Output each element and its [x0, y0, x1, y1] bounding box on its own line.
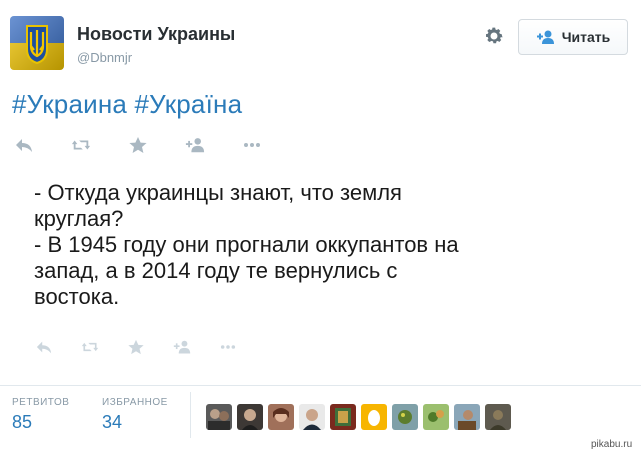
user-avatar[interactable] [330, 404, 356, 430]
reply-icon[interactable] [35, 339, 53, 355]
stats-divider [0, 385, 641, 386]
tweet-actions-bottom [35, 339, 265, 355]
user-avatar[interactable] [237, 404, 263, 430]
tweet-text-line: запад, а в 2014 году те вернулись с [34, 258, 398, 283]
follow-icon[interactable] [185, 136, 205, 154]
user-avatar[interactable] [392, 404, 418, 430]
more-icon[interactable] [219, 339, 237, 355]
gear-icon[interactable] [483, 25, 505, 47]
tweet-hashtags: #Украина #Україна [12, 89, 242, 120]
tweet-text-line: востока. [34, 284, 120, 309]
user-avatar[interactable] [423, 404, 449, 430]
favorites-stat[interactable]: ИЗБРАННОЕ 34 [102, 397, 168, 433]
tweet-actions-top [14, 136, 299, 154]
retweet-icon[interactable] [71, 136, 91, 154]
retweet-icon[interactable] [81, 339, 99, 355]
favorites-count[interactable]: 34 [102, 412, 168, 433]
favorite-icon[interactable] [127, 339, 145, 355]
tweet-text-line: - В 1945 году они прогнали оккупантов на [34, 232, 459, 257]
account-name[interactable]: Новости Украины [77, 24, 235, 45]
account-handle[interactable]: @Dbnmjr [77, 50, 132, 65]
favorites-label: ИЗБРАННОЕ [102, 397, 168, 408]
retweets-label: РЕТВИТОВ [12, 397, 70, 408]
user-avatar[interactable] [485, 404, 511, 430]
follow-icon[interactable] [173, 339, 191, 355]
user-avatar[interactable] [268, 404, 294, 430]
follow-label: Читать [561, 29, 611, 45]
add-user-icon [536, 29, 556, 45]
follow-button[interactable]: Читать [518, 19, 628, 55]
retweets-count[interactable]: 85 [12, 412, 69, 433]
user-avatar[interactable] [206, 404, 232, 430]
favorite-icon[interactable] [128, 136, 148, 154]
tweet-text-line: - Откуда украинцы знают, что земля [34, 180, 402, 205]
egg-avatar[interactable] [361, 404, 387, 430]
user-avatar[interactable] [454, 404, 480, 430]
watermark: pikabu.ru [588, 438, 636, 451]
account-avatar[interactable] [10, 16, 64, 70]
more-icon[interactable] [242, 136, 262, 154]
reply-icon[interactable] [14, 136, 34, 154]
tweet-text: - Откуда украинцы знают, что земля кругл… [34, 180, 534, 310]
tweet-text-line: круглая? [34, 206, 124, 231]
user-avatar[interactable] [299, 404, 325, 430]
hashtag-link[interactable]: #Україна [134, 89, 242, 119]
stats-separator [190, 392, 191, 438]
favoriters-avatars [206, 404, 511, 430]
hashtag-link[interactable]: #Украина [12, 89, 127, 119]
ukraine-coat-of-arms-icon [10, 16, 64, 70]
retweets-stat[interactable]: РЕТВИТОВ 85 [12, 397, 69, 433]
